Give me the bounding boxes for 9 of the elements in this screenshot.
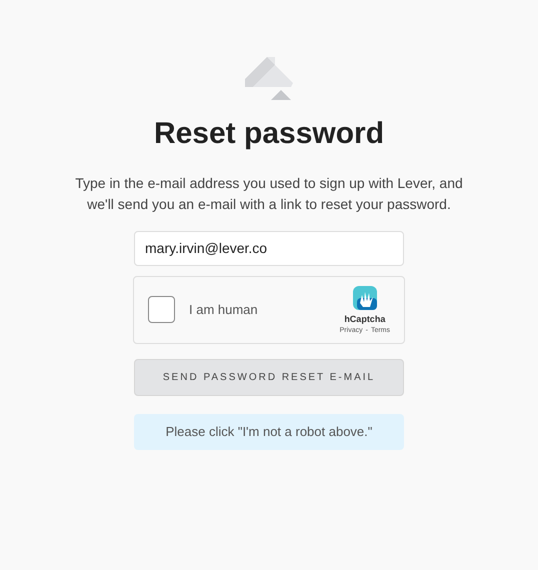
logo-icon bbox=[245, 57, 293, 101]
captcha-brand: hCaptcha bbox=[344, 312, 386, 326]
page-title: Reset password bbox=[154, 116, 384, 152]
alert-message: Please click "I'm not a robot above." bbox=[134, 414, 404, 450]
email-field[interactable]: mary.irvin@lever.co bbox=[134, 230, 404, 266]
captcha-checkbox[interactable] bbox=[148, 296, 175, 323]
description: Type in the e-mail address you used to sign up with Lever, and we'll send you an e-mail with a link to reset your password. bbox=[74, 174, 464, 214]
send-reset-button[interactable]: SEND PASSWORD RESET E-MAIL bbox=[134, 358, 404, 396]
captcha-label: I am human bbox=[189, 300, 258, 319]
